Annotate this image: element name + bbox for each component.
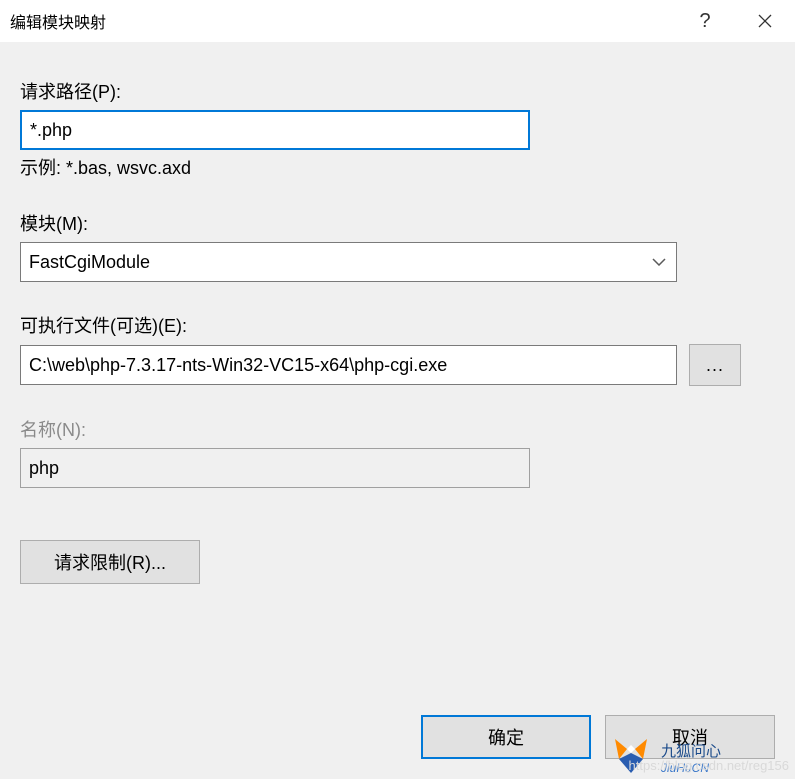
browse-button[interactable]: ... bbox=[689, 344, 741, 386]
module-group: 模块(M): FastCgiModule bbox=[20, 210, 775, 282]
executable-row: C:\web\php-7.3.17-nts-Win32-VC15-x64\php… bbox=[20, 344, 775, 386]
ok-label: 确定 bbox=[488, 724, 524, 750]
request-path-value: *.php bbox=[30, 120, 72, 141]
titlebar: 编辑模块映射 ? bbox=[0, 0, 795, 42]
request-path-input[interactable]: *.php bbox=[20, 110, 530, 150]
module-value: FastCgiModule bbox=[29, 252, 150, 273]
executable-group: 可执行文件(可选)(E): C:\web\php-7.3.17-nts-Win3… bbox=[20, 312, 775, 386]
cancel-button[interactable]: 取消 bbox=[605, 715, 775, 759]
request-path-hint: 示例: *.bas, wsvc.axd bbox=[20, 154, 775, 180]
dialog-button-row: 确定 取消 bbox=[421, 715, 775, 759]
help-button[interactable]: ? bbox=[675, 0, 735, 42]
dialog-window: 编辑模块映射 ? 请求路径(P): *.php 示例: *.bas, wsvc.… bbox=[0, 0, 795, 779]
name-label: 名称(N): bbox=[20, 416, 775, 442]
dialog-title: 编辑模块映射 bbox=[10, 9, 106, 33]
browse-label: ... bbox=[706, 355, 724, 376]
executable-label: 可执行文件(可选)(E): bbox=[20, 312, 775, 338]
request-restrictions-label: 请求限制(R)... bbox=[54, 549, 166, 575]
module-label: 模块(M): bbox=[20, 210, 775, 236]
close-icon bbox=[758, 14, 772, 28]
help-icon: ? bbox=[699, 10, 710, 33]
name-input: php bbox=[20, 448, 530, 488]
executable-input[interactable]: C:\web\php-7.3.17-nts-Win32-VC15-x64\php… bbox=[20, 345, 677, 385]
dialog-content: 请求路径(P): *.php 示例: *.bas, wsvc.axd 模块(M)… bbox=[0, 42, 795, 779]
chevron-down-icon bbox=[652, 258, 666, 266]
close-button[interactable] bbox=[735, 0, 795, 42]
ok-button[interactable]: 确定 bbox=[421, 715, 591, 759]
module-select[interactable]: FastCgiModule bbox=[20, 242, 677, 282]
request-path-label: 请求路径(P): bbox=[20, 78, 775, 104]
name-value: php bbox=[29, 458, 59, 479]
request-restrictions-button[interactable]: 请求限制(R)... bbox=[20, 540, 200, 584]
name-group: 名称(N): php bbox=[20, 416, 775, 488]
cancel-label: 取消 bbox=[672, 724, 708, 750]
request-path-group: 请求路径(P): *.php 示例: *.bas, wsvc.axd bbox=[20, 78, 775, 180]
executable-value: C:\web\php-7.3.17-nts-Win32-VC15-x64\php… bbox=[29, 355, 447, 376]
